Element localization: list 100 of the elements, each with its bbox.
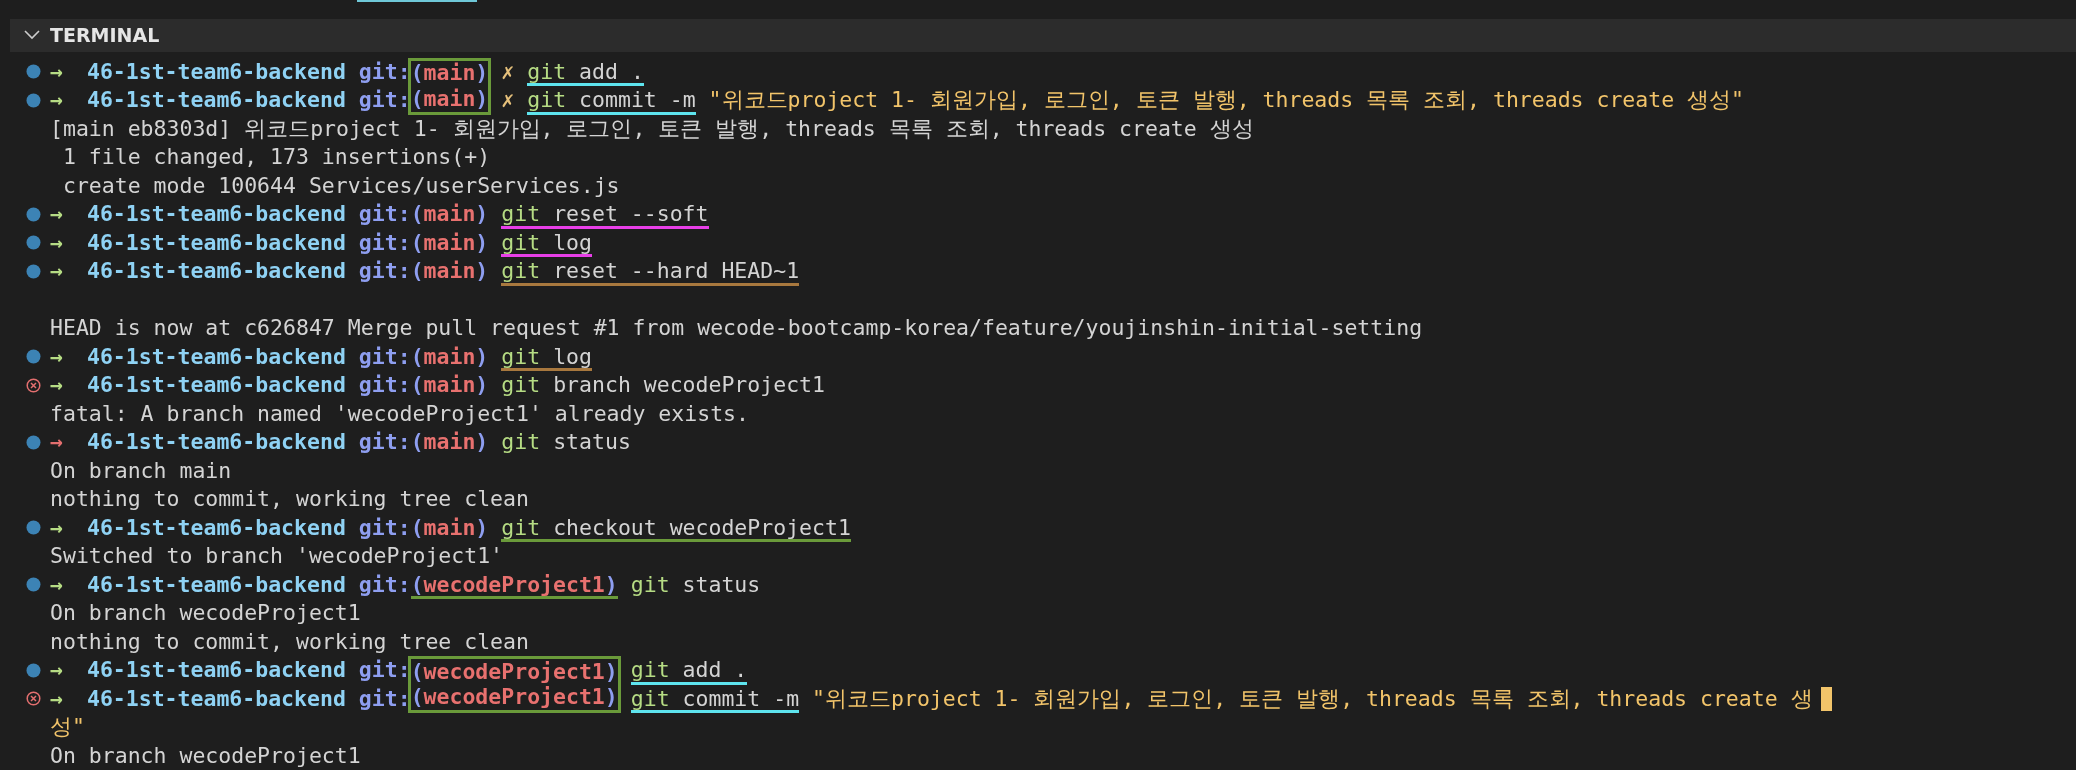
command-program: git (630, 684, 670, 713)
paren-text: ( (410, 342, 424, 371)
paren-text: ( (410, 570, 424, 599)
branch-name: main (423, 371, 476, 399)
prompt-arrow: → (50, 428, 63, 456)
command-args: commit -m (579, 86, 696, 114)
git-label: git: (358, 428, 411, 456)
paren-text: ( (410, 513, 424, 542)
command-program: git (501, 371, 541, 399)
command-program: git (630, 570, 670, 599)
output-text: On branch wecodeProject1 (49, 599, 361, 627)
output-text: fatal: A branch named 'wecodeProject1' already exists. (49, 399, 749, 428)
branch-name: main (423, 200, 476, 228)
command-program: git (501, 428, 541, 456)
output-text: [main eb8303d] 위코드project 1- 회원가입, 로그인, 토큰 발행, threads 목록 조회, threads create 생성 (49, 114, 1254, 143)
command-args: reset --soft (553, 200, 709, 228)
command-program: git (501, 513, 541, 542)
command-args: checkout wecodeProject1 (553, 513, 851, 542)
paren-text: ) (475, 84, 489, 113)
git-label: git: (358, 257, 411, 285)
directory-name: 46-1st-team6-backend (86, 228, 346, 257)
git-label: git: (358, 570, 411, 599)
command-args: commit -m (682, 684, 800, 713)
paren-text: ( (410, 200, 424, 228)
output-text: On branch wecodeProject1 (49, 741, 361, 770)
paren-text: ) (475, 200, 489, 228)
branch-name: main (423, 513, 476, 542)
command-args: status (682, 570, 761, 599)
branch-name: main (423, 84, 476, 113)
paren-text: ) (475, 513, 489, 542)
branch-name: main (423, 257, 476, 285)
directory-name: 46-1st-team6-backend (86, 342, 346, 371)
paren-text: ) (475, 428, 489, 456)
output-text: nothing to commit, working tree clean (49, 627, 529, 656)
prompt-arrow: → (50, 257, 63, 285)
directory-name: 46-1st-team6-backend (86, 656, 346, 684)
paren-text: ) (475, 257, 489, 285)
dirty-mark: ✗ (501, 86, 515, 114)
branch-name: main (423, 428, 476, 456)
paren-text: ( (410, 59, 424, 87)
git-label: git: (358, 228, 411, 257)
paren-text: ( (410, 228, 424, 257)
prompt-arrow: → (50, 86, 63, 114)
paren-text: ( (410, 683, 424, 711)
command-args: reset --hard HEAD~1 (553, 257, 800, 285)
paren-text: ) (604, 683, 618, 711)
directory-name: 46-1st-team6-backend (86, 200, 346, 228)
paren-text: ) (475, 59, 489, 87)
commit-message: "위코드project 1- 회원가입, 로그인, 토큰 발행, threads 목록 조회, threads create 생성" (708, 86, 1745, 114)
command-program: git (527, 57, 567, 86)
paren-text: ) (475, 371, 489, 399)
paren-text: ( (410, 428, 424, 456)
git-label: git: (358, 684, 411, 713)
output-text: HEAD is now at c626847 Merge pull request #1 from wecode-bootcamp-korea/feature/youjinshin-initial-setting (49, 314, 1423, 342)
prompt-arrow: → (50, 570, 63, 599)
command-args: log (553, 228, 592, 257)
panel-title: TERMINAL (50, 24, 160, 47)
command-program: git (501, 228, 541, 257)
paren-text: ) (604, 570, 618, 599)
command-args: log (553, 342, 592, 371)
prompt-arrow: → (50, 200, 63, 228)
branch-name: wecodeProject1 (423, 683, 605, 711)
command-args: add . (579, 57, 644, 86)
paren-text: ( (410, 371, 424, 399)
commit-message: 성" (49, 713, 85, 741)
output-text: create mode 100644 Services/userServices.js (61, 171, 620, 200)
paren-text: ( (410, 84, 424, 113)
directory-name: 46-1st-team6-backend (86, 57, 346, 86)
prompt-arrow: → (50, 342, 63, 371)
commit-message: "위코드project 1- 회원가입, 로그인, 토큰 발행, threads 목록 조회, threads create 생 (812, 684, 1813, 713)
command-program: git (501, 342, 541, 371)
prompt-arrow: → (50, 513, 63, 542)
directory-name: 46-1st-team6-backend (86, 86, 346, 114)
output-text: 1 file changed, 173 insertions(+) (61, 143, 491, 171)
command-program: git (630, 656, 670, 684)
branch-name: wecodeProject1 (423, 657, 605, 686)
branch-name: main (423, 59, 476, 87)
paren-text: ( (410, 257, 424, 285)
paren-text: ) (475, 228, 489, 257)
branch-name: wecodeProject1 (423, 570, 605, 599)
prompt-arrow: → (50, 656, 63, 684)
directory-name: 46-1st-team6-backend (86, 257, 346, 285)
git-label: git: (358, 200, 411, 228)
output-text: nothing to commit, working tree clean (49, 485, 529, 513)
directory-name: 46-1st-team6-backend (86, 428, 346, 456)
git-label: git: (358, 371, 411, 399)
chevron-down-icon (24, 30, 40, 41)
git-label: git: (358, 342, 411, 371)
git-label: git: (358, 57, 411, 86)
command-args: status (553, 428, 631, 456)
prompt-arrow: → (50, 228, 63, 257)
dirty-mark: ✗ (501, 57, 515, 86)
terminal-panel-header[interactable]: TERMINAL (10, 19, 2076, 52)
command-args: branch wecodeProject1 (553, 371, 825, 399)
directory-name: 46-1st-team6-backend (86, 570, 346, 599)
command-args: add . (682, 656, 748, 684)
output-text: On branch main (49, 456, 232, 485)
directory-name: 46-1st-team6-backend (86, 513, 346, 542)
branch-name: main (423, 228, 476, 257)
directory-name: 46-1st-team6-backend (86, 371, 346, 399)
